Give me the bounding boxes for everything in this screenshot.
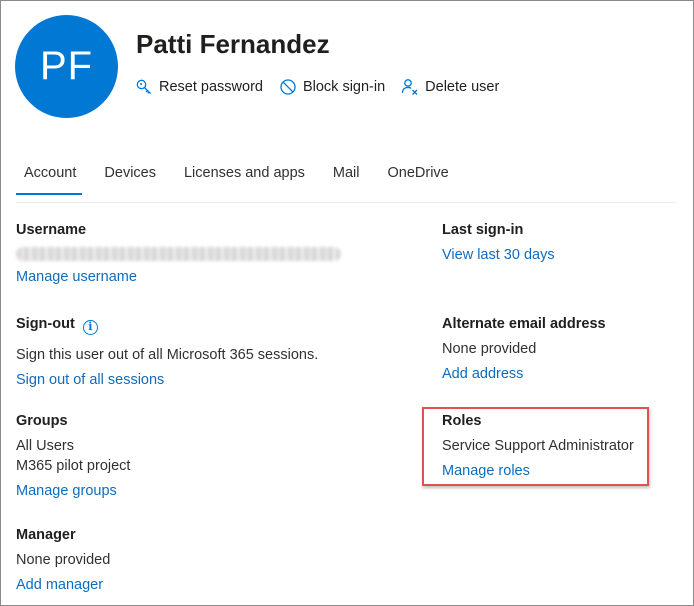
groups-section: Groups All Users M365 pilot project Mana… <box>16 411 130 501</box>
add-manager-link[interactable]: Add manager <box>16 575 110 595</box>
manager-label: Manager <box>16 527 76 543</box>
signout-description: Sign this user out of all Microsoft 365 … <box>16 346 319 363</box>
sign-out-all-sessions-link[interactable]: Sign out of all sessions <box>16 370 318 390</box>
manager-section: Manager None provided Add manager <box>16 525 110 595</box>
manager-value: None provided <box>16 552 111 568</box>
tab-mail[interactable]: Mail <box>333 161 360 191</box>
tab-divider <box>16 202 676 203</box>
username-label: Username <box>16 222 87 238</box>
tab-devices[interactable]: Devices <box>104 161 156 191</box>
view-last-30-days-link[interactable]: View last 30 days <box>442 245 555 265</box>
manage-username-link[interactable]: Manage username <box>16 267 341 287</box>
tab-account[interactable]: Account <box>15 161 83 195</box>
user-actions-bar: Reset password Block sign-in Delete user <box>135 78 515 96</box>
block-icon <box>280 79 296 95</box>
last-signin-label: Last sign-in <box>442 222 524 238</box>
signout-heading: Sign-out i <box>16 314 318 335</box>
delete-user-button[interactable]: Delete user <box>401 78 499 96</box>
signout-section: Sign-out i Sign this user out of all Micr… <box>16 314 318 390</box>
tab-licenses-and-apps[interactable]: Licenses and apps <box>184 161 305 191</box>
alternate-email-section: Alternate email address None provided Ad… <box>442 314 606 384</box>
user-display-name: Patti Fernandez <box>136 29 330 59</box>
tab-onedrive[interactable]: OneDrive <box>388 161 449 191</box>
group-item: All Users <box>16 438 75 454</box>
avatar: PF <box>15 15 118 118</box>
alternate-email-label: Alternate email address <box>442 316 606 332</box>
delete-user-label: Delete user <box>425 79 500 95</box>
manage-groups-link[interactable]: Manage groups <box>16 481 130 501</box>
block-signin-button[interactable]: Block sign-in <box>279 78 385 96</box>
delete-user-icon <box>402 79 418 95</box>
reset-password-label: Reset password <box>159 79 263 95</box>
reset-password-button[interactable]: Reset password <box>135 78 263 96</box>
username-section: Username Manage username <box>16 220 341 287</box>
info-icon[interactable]: i <box>82 319 98 335</box>
signout-label: Sign-out <box>16 316 75 332</box>
block-signin-label: Block sign-in <box>302 79 386 95</box>
user-details-panel: PF Patti Fernandez Reset password Block … <box>0 0 694 606</box>
username-value-redacted <box>16 247 341 261</box>
avatar-initials: PF <box>39 44 94 88</box>
key-icon <box>136 79 151 94</box>
user-tabs: Account Devices Licenses and apps Mail O… <box>15 161 477 195</box>
groups-label: Groups <box>16 413 68 429</box>
group-item: M365 pilot project <box>16 458 131 474</box>
alternate-email-value: None provided <box>442 341 537 357</box>
last-signin-section: Last sign-in View last 30 days <box>442 220 555 265</box>
roles-highlight-box <box>422 407 649 486</box>
add-address-link[interactable]: Add address <box>442 364 606 384</box>
